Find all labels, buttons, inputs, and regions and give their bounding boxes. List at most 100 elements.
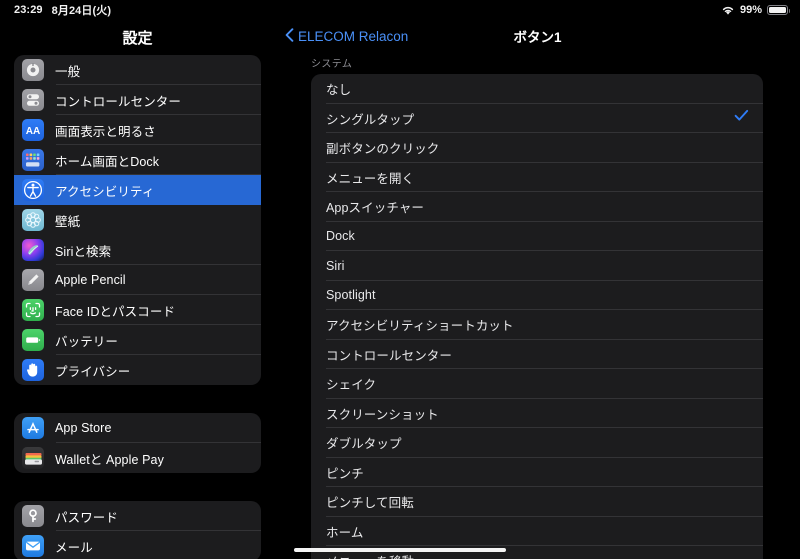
- option-label: メニューを移動: [326, 551, 414, 559]
- aa-icon: AA: [22, 119, 44, 141]
- sidebar-item-passwords[interactable]: パスワード: [14, 501, 261, 531]
- option-row[interactable]: Dock: [311, 222, 763, 251]
- sidebar-item-general[interactable]: 一般: [14, 55, 261, 85]
- sidebar-item-app-store[interactable]: App Store: [14, 413, 261, 443]
- page-title: 設定: [122, 30, 153, 47]
- sidebar-item-label: 一般: [55, 64, 81, 79]
- sidebar-item-label: 壁紙: [55, 214, 81, 229]
- option-label: アクセシビリティショートカット: [326, 319, 514, 334]
- checkmark-icon: [734, 109, 749, 127]
- sidebar-item-control-center[interactable]: コントロールセンター: [14, 85, 261, 115]
- accessibility-icon: [22, 179, 44, 201]
- sidebar-item-display-brightness[interactable]: AA 画面表示と明るさ: [14, 115, 261, 145]
- option-label: Spotlight: [326, 288, 376, 303]
- face-id-icon: [22, 299, 44, 321]
- sidebar-item-face-id-passcode[interactable]: Face IDとパスコード: [14, 295, 261, 325]
- sidebar-item-label: ホーム画面とDock: [55, 154, 160, 169]
- sidebar-item-apple-pencil[interactable]: Apple Pencil: [14, 265, 261, 295]
- option-label: 副ボタンのクリック: [326, 142, 440, 157]
- siri-icon: [22, 239, 44, 261]
- option-label: Siri: [326, 258, 345, 273]
- wifi-icon: [721, 5, 735, 16]
- navigation-bar: ELECOM Relacon ボタン1: [275, 20, 800, 52]
- sidebar-item-wallet-apple-pay[interactable]: Walletと Apple Pay: [14, 443, 261, 473]
- sidebar-groups: 一般コントロールセンター AA 画面表示と明るさ ホーム画面とDock アクセシビリティ…: [0, 55, 275, 559]
- status-bar-right: 99%: [721, 0, 790, 20]
- sidebar-item-label: メール: [55, 540, 93, 555]
- option-label: Appスイッチャー: [326, 201, 425, 216]
- key-icon: [22, 505, 44, 527]
- option-row[interactable]: メニューを開く: [311, 163, 763, 192]
- option-label: なし: [326, 83, 352, 98]
- sidebar-item-battery[interactable]: バッテリー: [14, 325, 261, 355]
- sidebar-item-siri-search[interactable]: Siriと検索: [14, 235, 261, 265]
- option-row[interactable]: コントロールセンター: [311, 340, 763, 369]
- option-row[interactable]: Appスイッチャー: [311, 192, 763, 222]
- sidebar-item-accessibility[interactable]: アクセシビリティ: [14, 175, 261, 205]
- flower-icon: [22, 209, 44, 231]
- option-label: コントロールセンター: [326, 348, 453, 363]
- app-store-icon: [22, 417, 44, 439]
- option-row[interactable]: シングルタップ: [311, 104, 763, 133]
- sidebar-item-label: アクセシビリティ: [55, 184, 155, 199]
- option-label: ピンチして回転: [326, 496, 414, 511]
- gear-icon: [22, 59, 44, 81]
- wallet-icon: [22, 447, 44, 469]
- option-row[interactable]: なし: [311, 74, 763, 104]
- sidebar-item-label: Apple Pencil: [55, 273, 126, 287]
- sidebar-item-label: App Store: [55, 421, 112, 435]
- option-label: シェイク: [326, 378, 377, 393]
- status-bar-left: 23:29 8月24日(火): [14, 2, 111, 18]
- option-row[interactable]: Spotlight: [311, 281, 763, 310]
- back-button-label: ELECOM Relacon: [298, 28, 409, 44]
- sidebar-item-privacy[interactable]: プライバシー: [14, 355, 261, 385]
- sidebar-item-home-screen-dock[interactable]: ホーム画面とDock: [14, 145, 261, 175]
- option-row[interactable]: ダブルタップ: [311, 428, 763, 458]
- option-row[interactable]: Siri: [311, 251, 763, 281]
- option-label: Dock: [326, 229, 355, 244]
- option-label: ホーム: [326, 525, 364, 540]
- settings-sidebar: 設定 一般コントロールセンター AA 画面表示と明るさ ホーム画面とDock アクセシビ…: [0, 20, 275, 559]
- option-row[interactable]: スクリーンショット: [311, 399, 763, 428]
- sidebar-item-mail[interactable]: メール: [14, 531, 261, 559]
- chevron-left-icon: [285, 28, 294, 45]
- option-row[interactable]: ピンチして回転: [311, 487, 763, 517]
- sidebar-item-label: プライバシー: [55, 364, 131, 379]
- sidebar-item-label: コントロールセンター: [55, 94, 182, 109]
- option-label: メニューを開く: [326, 171, 415, 186]
- option-row[interactable]: 副ボタンのクリック: [311, 133, 763, 163]
- status-time: 23:29: [14, 4, 43, 16]
- battery-icon: [22, 329, 44, 351]
- sidebar-item-label: バッテリー: [55, 334, 119, 349]
- sidebar-item-label: 画面表示と明るさ: [55, 124, 156, 139]
- option-row[interactable]: シェイク: [311, 369, 763, 399]
- sidebar-item-wallpaper[interactable]: 壁紙: [14, 205, 261, 235]
- option-row[interactable]: ホーム: [311, 517, 763, 546]
- grid-icon: [22, 149, 44, 171]
- sidebar-item-label: Siriと検索: [55, 244, 112, 259]
- option-label: ピンチ: [326, 466, 364, 481]
- detail-pane: ELECOM Relacon ボタン1 システム なしシングルタップ副ボタンのク…: [275, 20, 800, 559]
- option-row[interactable]: ピンチ: [311, 458, 763, 487]
- status-date: 8月24日(火): [51, 5, 112, 17]
- battery-percent: 99%: [739, 4, 762, 16]
- back-button[interactable]: ELECOM Relacon: [285, 27, 408, 45]
- sidebar-group-3: パスワード メール: [14, 501, 261, 559]
- sliders-icon: [22, 89, 44, 111]
- pencil-icon: [22, 269, 44, 291]
- option-row[interactable]: アクセシビリティショートカット: [311, 310, 763, 340]
- ipad-settings-screen: 23:29 8月24日(火) 99% 設定 一般コントロールセンター AA 画面表示…: [0, 0, 800, 559]
- svg-text:AA: AA: [26, 126, 40, 137]
- sidebar-item-label: パスワード: [55, 510, 119, 525]
- envelope-icon: [22, 535, 44, 557]
- sidebar-item-label: Walletと Apple Pay: [55, 452, 164, 467]
- option-label: スクリーンショット: [326, 407, 439, 422]
- section-header-system: システム: [311, 59, 353, 70]
- status-bar: 23:29 8月24日(火) 99%: [0, 0, 800, 20]
- home-indicator[interactable]: [294, 548, 506, 552]
- sidebar-item-label: Face IDとパスコード: [55, 304, 176, 319]
- hand-icon: [22, 359, 44, 381]
- option-label: シングルタップ: [326, 112, 415, 127]
- sidebar-group-1: 一般コントロールセンター AA 画面表示と明るさ ホーム画面とDock アクセシビリティ…: [14, 55, 261, 385]
- battery-icon: [767, 5, 790, 15]
